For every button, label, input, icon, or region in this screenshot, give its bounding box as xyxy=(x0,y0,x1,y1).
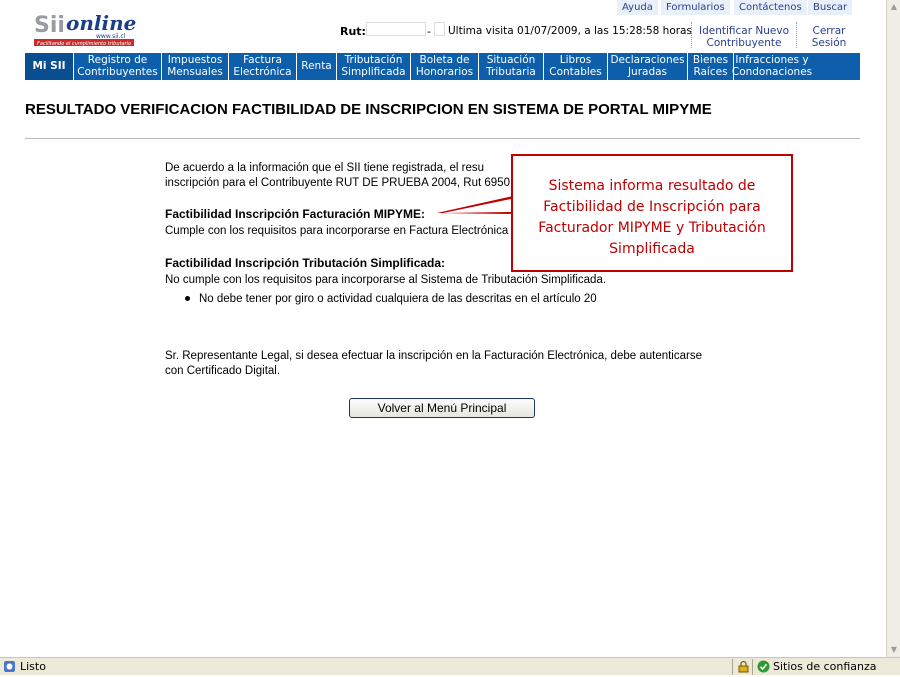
nav-factura-electronica[interactable]: Factura Electrónica xyxy=(229,53,297,80)
divider xyxy=(25,138,860,139)
nav-situacion-tributaria[interactable]: Situación Tributaria xyxy=(479,53,544,80)
last-visit-text: Ultima visita 01/07/2009, a las 15:28:58… xyxy=(448,25,692,37)
nav-mi-sii[interactable]: Mi SII xyxy=(25,53,74,80)
bullet-icon xyxy=(185,296,190,302)
status-text: Listo xyxy=(20,660,46,673)
nav-libros-contables[interactable]: Libros Contables xyxy=(544,53,608,80)
section-mipyme-result: Cumple con los requisitos para incorpora… xyxy=(165,225,509,237)
divider xyxy=(732,659,733,675)
nav-impuestos-mensuales[interactable]: Impuestos Mensuales xyxy=(162,53,229,80)
browser-viewport: Sii online www.sii.cl Facilitando el cum… xyxy=(0,0,886,657)
contact-link[interactable]: Contáctenos xyxy=(734,0,808,15)
identify-new-taxpayer-link[interactable]: Identificar Nuevo Contribuyente xyxy=(698,25,790,49)
divider xyxy=(752,659,753,675)
nav-infracciones-condonaciones[interactable]: Infracciones y Condonaciones xyxy=(732,53,812,80)
logo-tagline: Facilitando el cumplimiento tributario xyxy=(37,41,131,47)
logo-url: www.sii.cl xyxy=(96,33,126,40)
svg-text:Sii: Sii xyxy=(34,13,65,38)
lock-icon xyxy=(737,660,750,674)
rut-separator: - xyxy=(427,25,431,38)
bullet-text: No debe tener por giro o actividad cualq… xyxy=(199,293,597,305)
page-icon xyxy=(3,660,16,674)
search-link[interactable]: Buscar xyxy=(808,0,854,15)
rut-dv-field xyxy=(434,22,445,36)
rut-label: Rut: xyxy=(340,25,366,38)
vertical-scrollbar[interactable]: ▲ ▼ xyxy=(886,0,900,657)
section-mipyme-title: Factibilidad Inscripción Facturación MIP… xyxy=(165,207,426,221)
forms-link[interactable]: Formularios xyxy=(661,0,731,15)
rut-number-field xyxy=(366,22,426,36)
scroll-up-icon[interactable]: ▲ xyxy=(887,0,900,14)
section-simplificada-result: No cumple con los requisitos para incorp… xyxy=(165,274,607,286)
callout-arrow xyxy=(437,196,513,214)
list-item: No debe tener por giro o actividad cualq… xyxy=(185,293,597,305)
trusted-sites-icon xyxy=(757,660,770,674)
help-link[interactable]: Ayuda xyxy=(617,0,659,15)
sii-online-logo[interactable]: Sii online www.sii.cl Facilitando el cum… xyxy=(32,8,138,48)
zone-text: Sitios de confianza xyxy=(773,660,877,673)
main-nav: Mi SII Registro de Contribuyentes Impues… xyxy=(25,53,860,80)
nav-tributacion-simplificada[interactable]: Tributación Simplificada xyxy=(337,53,411,80)
back-to-main-menu-button[interactable]: Volver al Menú Principal xyxy=(349,398,535,418)
legal-text-line1: Sr. Representante Legal, si desea efectu… xyxy=(165,350,702,362)
intro-text-line2: inscripción para el Contribuyente RUT DE… xyxy=(165,177,510,189)
sii-logo-icon: Sii online www.sii.cl Facilitando el cum… xyxy=(32,10,136,47)
svg-text:online: online xyxy=(66,11,136,35)
separator xyxy=(691,22,692,48)
intro-text-line1: De acuerdo a la información que el SII t… xyxy=(165,162,484,174)
legal-text-line2: con Certificado Digital. xyxy=(165,365,281,377)
nav-registro-contribuyentes[interactable]: Registro de Contribuyentes xyxy=(74,53,162,80)
logout-link[interactable]: Cerrar Sesión xyxy=(804,25,854,49)
nav-bienes-raices[interactable]: Bienes Raíces xyxy=(688,53,734,80)
nav-boleta-honorarios[interactable]: Boleta de Honorarios xyxy=(411,53,479,80)
page-title: RESULTADO VERIFICACION FACTIBILIDAD DE I… xyxy=(25,101,712,118)
callout-text: Sistema informa resultado de Factibilida… xyxy=(538,178,766,257)
nav-declaraciones-juradas[interactable]: Declaraciones Juradas xyxy=(608,53,688,80)
annotation-callout: Sistema informa resultado de Factibilida… xyxy=(511,154,793,272)
nav-renta[interactable]: Renta xyxy=(297,53,337,80)
status-bar: Listo Sitios de confianza xyxy=(0,657,900,675)
scroll-down-icon[interactable]: ▼ xyxy=(887,643,900,657)
separator xyxy=(796,22,797,48)
section-simplificada-title: Factibilidad Inscripción Tributación Sim… xyxy=(165,256,446,270)
